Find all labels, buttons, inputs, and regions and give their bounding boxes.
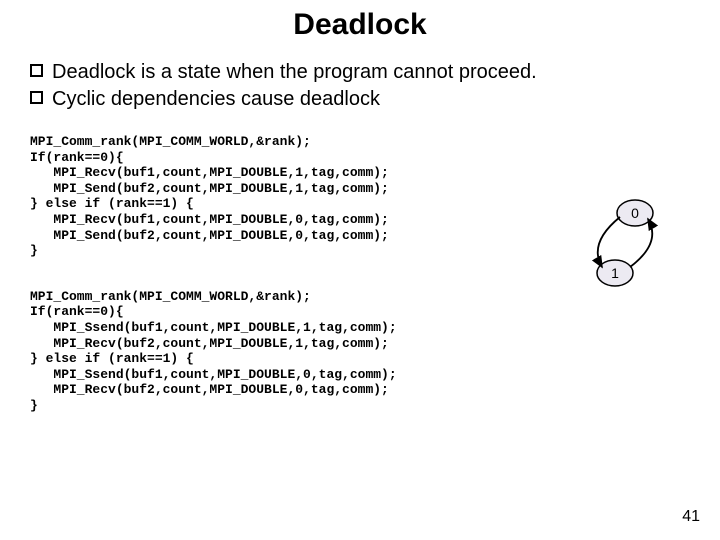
square-bullet-icon: [30, 91, 43, 104]
node-1-label: 1: [611, 265, 619, 281]
code-block-2: MPI_Comm_rank(MPI_COMM_WORLD,&rank); If(…: [30, 289, 720, 414]
cycle-diagram: 0 1: [560, 195, 670, 295]
page-number: 41: [682, 508, 700, 526]
cycle-diagram-svg: 0 1: [560, 195, 670, 295]
node-0-label: 0: [631, 205, 639, 221]
bullet-text: Deadlock is a state when the program can…: [52, 61, 537, 83]
bullet-item: Deadlock is a state when the program can…: [30, 60, 690, 85]
bullet-list: Deadlock is a state when the program can…: [30, 60, 690, 112]
bullet-item: Cyclic dependencies cause deadlock: [30, 87, 690, 112]
bullet-text: Cyclic dependencies cause deadlock: [52, 88, 380, 110]
square-bullet-icon: [30, 64, 43, 77]
slide-title: Deadlock: [0, 0, 720, 42]
